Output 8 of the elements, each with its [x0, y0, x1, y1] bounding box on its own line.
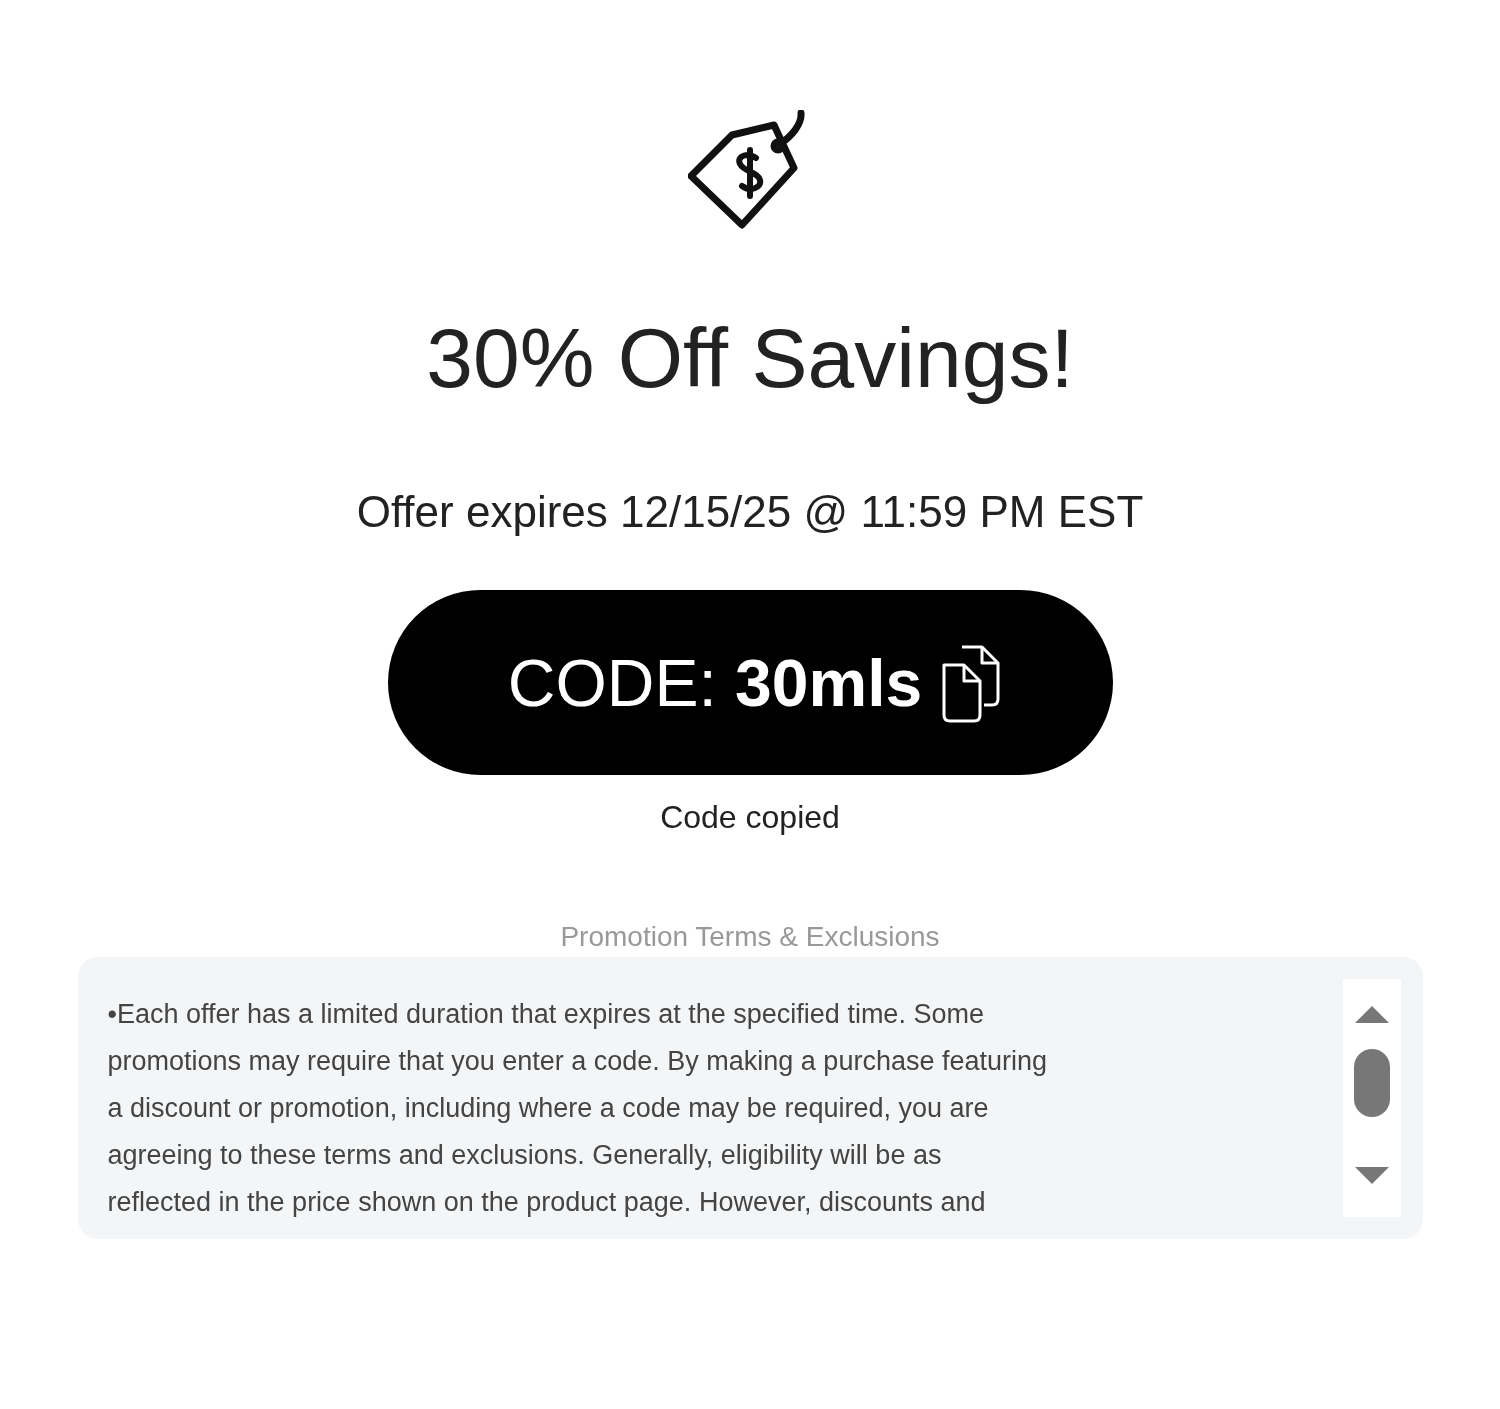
terms-text: •Each offer has a limited duration that expires at the specified time. Some promotions may require that you enter a code. By making a purchase featuring a discount or promotion, including where a code may be required, you are agreeing to these terms and exclusions. Generally, eligibility will be as reflected in the price shown on the product page. However, discounts and — [107, 998, 1047, 1219]
scrollbar[interactable] — [1342, 979, 1401, 1217]
price-tag-icon — [687, 110, 808, 230]
terms-heading: Promotion Terms & Exclusions — [560, 920, 940, 954]
copy-status-text: Code copied — [660, 798, 840, 837]
copy-code-button[interactable]: CODE: 30mls — [387, 590, 1113, 775]
expiry-text: Offer expires 12/15/25 @ 11:59 PM EST — [356, 486, 1144, 538]
offer-title: 30% Off Savings! — [426, 310, 1074, 407]
